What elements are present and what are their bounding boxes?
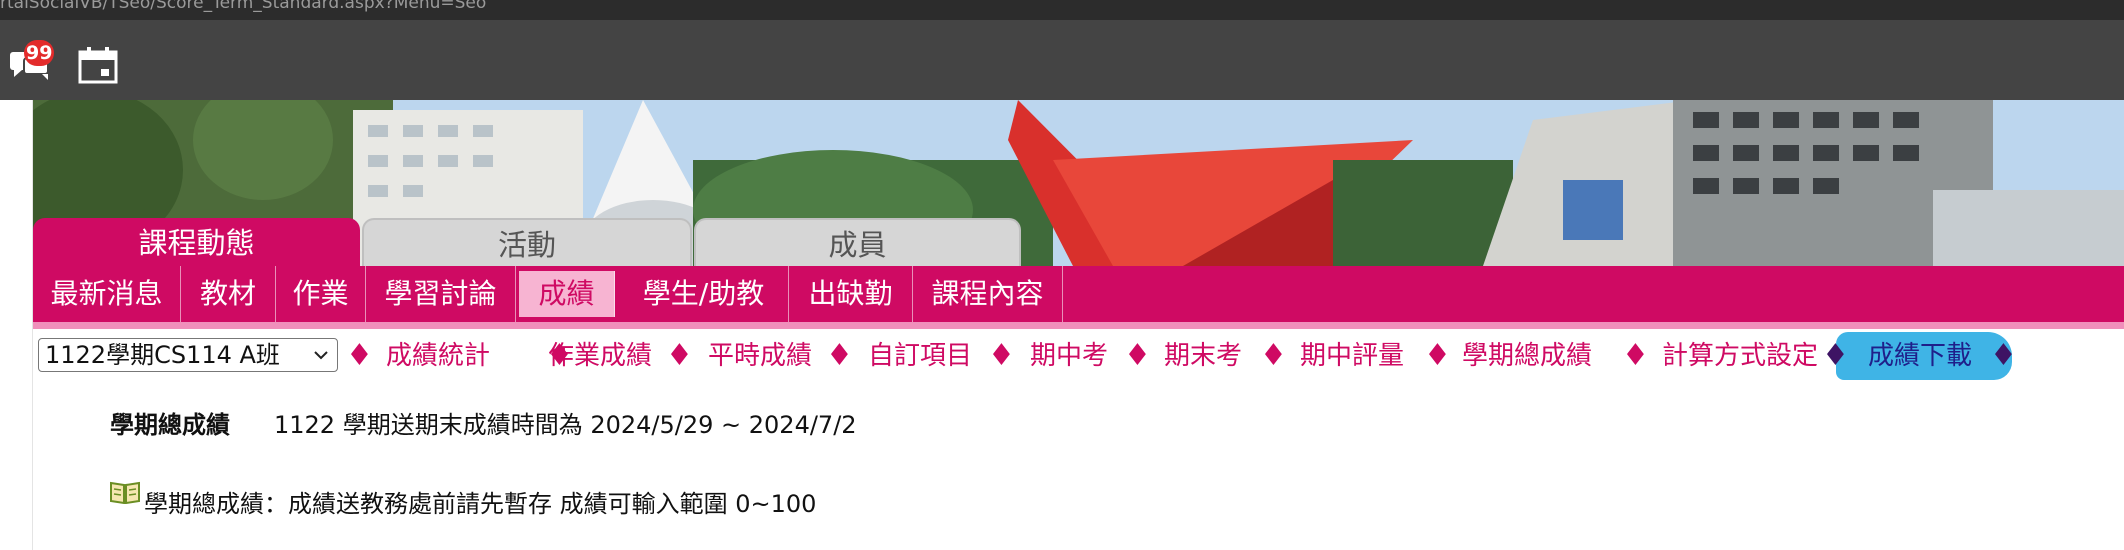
calendar-icon[interactable] <box>76 44 120 88</box>
subnav-item-news[interactable]: 最新消息 <box>33 266 181 322</box>
tab-member[interactable]: 成員 <box>694 218 1021 266</box>
link-custom-items[interactable]: 自訂項目 <box>868 336 972 376</box>
page-content: 課程動態 活動 成員 最新消息 教材 作業 學習討論 成績 學生/助教 出缺勤 … <box>0 100 2124 550</box>
open-book-icon <box>110 480 140 505</box>
diamond-separator-icon: ♦ <box>1822 338 1849 373</box>
subnav-item-students-ta[interactable]: 學生/助教 <box>619 266 789 322</box>
diamond-separator-icon: ♦ <box>1260 338 1287 373</box>
top-toolbar: 99 <box>0 20 2124 100</box>
link-midterm-evaluation[interactable]: 期中評量 <box>1300 336 1404 376</box>
subnav-item-course-content[interactable]: 課程內容 <box>913 266 1063 322</box>
diamond-separator-icon: ♦ <box>988 338 1015 373</box>
semester-select[interactable]: 1122學期CS114 A班 <box>38 338 338 372</box>
link-assignment-grades[interactable]: 作業成績 <box>548 336 652 376</box>
diamond-separator-icon: ♦ <box>826 338 853 373</box>
link-midterm-exam[interactable]: 期中考 <box>1030 336 1108 376</box>
tab-course-activity[interactable]: 課程動態 <box>33 218 360 266</box>
link-regular-grades[interactable]: 平時成績 <box>708 336 812 376</box>
link-semester-total[interactable]: 學期總成績 <box>1462 336 1592 376</box>
chevron-down-icon <box>314 351 328 360</box>
link-calculation-settings[interactable]: 計算方式設定 <box>1662 336 1818 376</box>
submission-period-text: 1122 學期送期末成績時間為 2024/5/29 ~ 2024/7/2 <box>274 411 857 439</box>
subnav-item-discussion[interactable]: 學習討論 <box>366 266 516 322</box>
diamond-separator-icon: ♦ <box>666 338 693 373</box>
message-count-badge: 99 <box>24 40 55 66</box>
grade-input-note: 學期總成績：成績送教務處前請先暫存 成績可輸入範圍 0~100 <box>144 490 817 518</box>
diamond-separator-icon: ♦ <box>1424 338 1451 373</box>
link-grade-statistics[interactable]: 成績統計 <box>386 336 490 376</box>
link-final-exam[interactable]: 期末考 <box>1164 336 1242 376</box>
diamond-separator-icon: ♦ <box>1622 338 1649 373</box>
subnav-item-materials[interactable]: 教材 <box>181 266 276 322</box>
tab-activity[interactable]: 活動 <box>362 218 692 266</box>
course-subnav: 最新消息 教材 作業 學習討論 成績 學生/助教 出缺勤 課程內容 <box>33 266 2124 322</box>
diamond-separator-icon: ♦ <box>346 338 373 373</box>
browser-url-bar[interactable]: rtalSocialVB/TSeo/Score_Term_Standard.as… <box>0 0 2124 20</box>
grade-function-bar: 1122學期CS114 A班 ♦ 成績統計 ♦ 作業成績 ♦ 平時成績 ♦ 自訂… <box>38 336 2118 376</box>
diamond-separator-icon: ♦ <box>1124 338 1151 373</box>
semester-select-value: 1122學期CS114 A班 <box>45 341 280 369</box>
subnav-item-grades[interactable]: 成績 <box>519 271 615 317</box>
subnav-item-attendance[interactable]: 出缺勤 <box>789 266 913 322</box>
section-title: 學期總成績 <box>110 411 230 439</box>
link-grade-download[interactable]: 成績下載 <box>1868 336 1972 376</box>
subnav-accent-stripe <box>33 322 2124 329</box>
subnav-item-assignments[interactable]: 作業 <box>276 266 366 322</box>
url-text: rtalSocialVB/TSeo/Score_Term_Standard.as… <box>0 0 487 13</box>
diamond-separator-icon: ♦ <box>1990 338 2017 373</box>
